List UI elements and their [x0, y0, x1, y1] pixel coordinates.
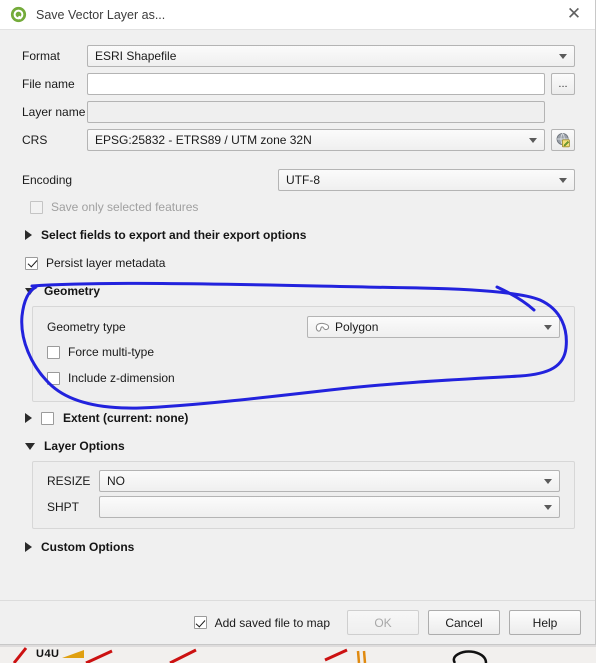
geometry-section-title: Geometry: [44, 284, 101, 298]
chevron-down-icon: [544, 324, 552, 330]
chevron-down-icon: [25, 287, 35, 295]
globe-crs-icon: [556, 133, 570, 148]
save-vector-layer-dialog: Save Vector Layer as... ✕ Format ESRI Sh…: [0, 0, 596, 645]
layer-name-label: Layer name: [22, 105, 86, 119]
format-label: Format: [22, 49, 61, 63]
file-browse-button[interactable]: ...: [551, 73, 575, 95]
crs-row: CRS EPSG:25832 - ETRS89 / UTM zone 32N: [22, 126, 575, 154]
extent-section-header[interactable]: Extent (current: none): [22, 406, 575, 430]
include-z-dimension-label: Include z-dimension: [68, 371, 175, 385]
file-name-input[interactable]: [87, 73, 545, 95]
layer-name-row: Layer name: [22, 98, 575, 126]
shpt-combo[interactable]: [99, 496, 560, 518]
chevron-down-icon: [25, 442, 35, 450]
save-only-selected-row[interactable]: Save only selected features: [22, 194, 575, 220]
geometry-type-value: Polygon: [335, 320, 379, 334]
select-fields-section-header[interactable]: Select fields to export and their export…: [22, 223, 575, 247]
resize-value: NO: [107, 474, 125, 488]
extent-checkbox[interactable]: [41, 411, 54, 425]
map-feature-label: U4U: [36, 648, 60, 660]
save-only-selected-checkbox[interactable]: [30, 200, 43, 214]
crs-label: CRS: [22, 133, 48, 147]
resize-combo[interactable]: NO: [99, 470, 560, 492]
dialog-title: Save Vector Layer as...: [36, 7, 166, 22]
format-combo[interactable]: ESRI Shapefile: [87, 45, 575, 67]
layer-options-section-title: Layer Options: [44, 439, 125, 453]
include-z-dimension-checkbox[interactable]: [47, 371, 60, 385]
chevron-right-icon: [25, 542, 32, 552]
crs-value: EPSG:25832 - ETRS89 / UTM zone 32N: [95, 133, 312, 147]
ok-button[interactable]: OK: [347, 610, 419, 635]
encoding-label: Encoding: [22, 173, 73, 187]
chevron-right-icon: [25, 230, 32, 240]
cancel-button[interactable]: Cancel: [428, 610, 500, 635]
file-name-label: File name: [22, 77, 75, 91]
persist-metadata-label: Persist layer metadata: [46, 256, 166, 270]
persist-metadata-row[interactable]: Persist layer metadata: [22, 250, 575, 276]
custom-options-section-title: Custom Options: [41, 540, 135, 554]
resize-row: RESIZE NO: [47, 468, 560, 494]
geometry-type-label: Geometry type: [47, 320, 126, 334]
resize-label: RESIZE: [47, 474, 91, 488]
save-only-selected-label: Save only selected features: [51, 200, 199, 214]
dialog-footer: Add saved file to map OK Cancel Help: [0, 600, 595, 644]
dialog-titlebar: Save Vector Layer as... ✕: [0, 0, 595, 29]
add-saved-file-to-map-checkbox[interactable]: [193, 616, 207, 629]
qgis-logo-icon: [10, 6, 27, 23]
chevron-right-icon: [25, 413, 32, 423]
layer-name-input[interactable]: [87, 101, 545, 123]
file-name-row: File name ...: [22, 70, 575, 98]
persist-metadata-checkbox[interactable]: [25, 256, 38, 270]
force-multi-type-checkbox[interactable]: [47, 345, 60, 359]
dialog-body: Format ESRI Shapefile File name ... Laye…: [0, 29, 595, 600]
encoding-row: Encoding UTF-8: [22, 166, 575, 194]
geometry-type-combo[interactable]: Polygon: [307, 316, 560, 338]
chevron-down-icon: [559, 53, 567, 59]
encoding-value: UTF-8: [286, 173, 320, 187]
shpt-label: SHPT: [47, 500, 80, 514]
crs-combo[interactable]: EPSG:25832 - ETRS89 / UTM zone 32N: [87, 129, 545, 151]
help-button[interactable]: Help: [509, 610, 581, 635]
select-fields-title: Select fields to export and their export…: [41, 228, 307, 242]
layer-options-section-header[interactable]: Layer Options: [22, 434, 575, 458]
geometry-type-row: Geometry type Polygon: [47, 315, 560, 339]
force-multi-type-row[interactable]: Force multi-type: [47, 339, 560, 365]
geometry-section-header[interactable]: Geometry: [22, 279, 575, 303]
close-icon[interactable]: ✕: [561, 4, 587, 26]
format-row: Format ESRI Shapefile: [22, 42, 575, 70]
chevron-down-icon: [529, 137, 537, 143]
include-z-dimension-row[interactable]: Include z-dimension: [47, 365, 560, 391]
custom-options-section-header[interactable]: Custom Options: [22, 535, 575, 559]
chevron-down-icon: [544, 478, 552, 484]
shpt-row: SHPT: [47, 494, 560, 520]
geometry-section-body: Geometry type Polygon Force multi-type I…: [32, 306, 575, 402]
chevron-down-icon: [559, 177, 567, 183]
chevron-down-icon: [544, 504, 552, 510]
select-crs-button[interactable]: [551, 129, 575, 151]
add-saved-file-to-map-label: Add saved file to map: [214, 615, 330, 630]
force-multi-type-label: Force multi-type: [68, 345, 155, 359]
layer-options-section-body: RESIZE NO SHPT: [32, 461, 575, 529]
encoding-combo[interactable]: UTF-8: [278, 169, 575, 191]
extent-section-title: Extent (current: none): [63, 411, 189, 425]
polygon-icon: [315, 322, 330, 332]
add-saved-file-to-map-row[interactable]: Add saved file to map: [193, 610, 330, 636]
format-value: ESRI Shapefile: [95, 49, 177, 63]
